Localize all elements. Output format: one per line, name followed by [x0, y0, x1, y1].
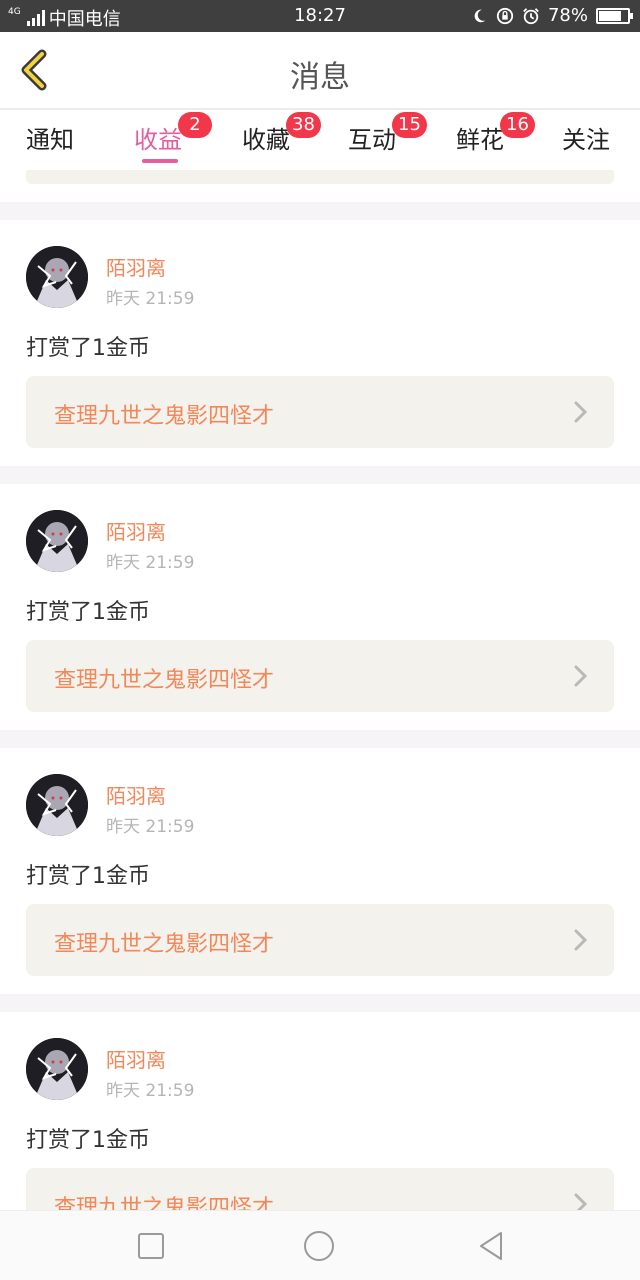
chevron-right-icon — [574, 401, 588, 423]
tab-badge: 38 — [286, 112, 321, 138]
book-title: 查理九世之鬼影四怪才 — [54, 932, 275, 957]
message-text: 打赏了1金币 — [26, 336, 150, 361]
chevron-right-icon — [574, 1193, 588, 1210]
message-text: 打赏了1金币 — [26, 600, 150, 625]
page-title: 消息 — [290, 60, 350, 95]
battery-icon — [596, 7, 633, 24]
back-icon[interactable] — [474, 1229, 508, 1263]
tab-label: 互动 — [348, 126, 396, 154]
tab-earnings[interactable]: 收益 2 — [134, 112, 212, 155]
message-time: 昨天 21:59 — [106, 289, 195, 309]
avatar[interactable] — [26, 246, 88, 308]
tab-following[interactable]: 关注 — [562, 120, 610, 155]
book-title: 查理九世之鬼影四怪才 — [54, 404, 275, 429]
avatar[interactable] — [26, 510, 88, 572]
tab-flowers[interactable]: 鲜花 16 — [456, 112, 535, 155]
message-card: 陌羽离 昨天 21:59 打赏了1金币 查理九世之鬼影四怪才 — [0, 220, 640, 466]
tab-label: 鲜花 — [456, 126, 504, 154]
tab-label: 通知 — [26, 126, 74, 154]
status-right: 78% — [470, 5, 633, 26]
tab-label: 收藏 — [242, 126, 290, 154]
username[interactable]: 陌羽离 — [106, 780, 166, 809]
username[interactable]: 陌羽离 — [106, 516, 166, 545]
alarm-icon — [523, 7, 539, 24]
book-link[interactable]: 查理九世之鬼影四怪才 — [26, 1168, 614, 1210]
book-title: 查理九世之鬼影四怪才 — [54, 1196, 275, 1210]
message-time: 昨天 21:59 — [106, 553, 195, 573]
book-title: 查理九世之鬼影四怪才 — [54, 668, 275, 693]
home-icon[interactable] — [302, 1229, 336, 1263]
message-time: 昨天 21:59 — [106, 1081, 195, 1101]
moon-icon — [474, 9, 486, 22]
book-link[interactable]: 查理九世之鬼影四怪才 — [26, 904, 614, 976]
username[interactable]: 陌羽离 — [106, 1044, 166, 1073]
avatar[interactable] — [26, 774, 88, 836]
status-bar: 4G 中国电信 18:27 78% — [0, 0, 640, 32]
message-card: 陌羽离 昨天 21:59 打赏了1金币 查理九世之鬼影四怪才 — [0, 1012, 640, 1210]
previous-card-edge — [0, 170, 640, 202]
tab-label: 收益 — [134, 126, 182, 154]
message-list[interactable]: 陌羽离 昨天 21:59 打赏了1金币 查理九世之鬼影四怪才 陌羽离 昨天 21… — [0, 170, 640, 1210]
tab-badge: 2 — [178, 112, 212, 138]
recent-apps-icon[interactable] — [134, 1229, 168, 1263]
system-nav-bar — [0, 1210, 640, 1280]
tab-notifications[interactable]: 通知 — [26, 120, 74, 155]
rotation-lock-icon — [496, 7, 514, 24]
battery-percent: 78% — [547, 5, 588, 26]
active-tab-indicator — [142, 159, 178, 163]
message-text: 打赏了1金币 — [26, 864, 150, 889]
tab-bar: 通知 收益 2 收藏 38 互动 15 鲜花 16 关注 — [0, 110, 640, 170]
book-link[interactable]: 查理九世之鬼影四怪才 — [26, 640, 614, 712]
chevron-right-icon — [574, 665, 588, 687]
message-time: 昨天 21:59 — [106, 817, 195, 837]
tab-interactions[interactable]: 互动 15 — [348, 112, 427, 155]
message-card: 陌羽离 昨天 21:59 打赏了1金币 查理九世之鬼影四怪才 — [0, 748, 640, 994]
tab-label: 关注 — [562, 126, 610, 154]
book-link[interactable]: 查理九世之鬼影四怪才 — [26, 376, 614, 448]
message-text: 打赏了1金币 — [26, 1128, 150, 1153]
tab-favorites[interactable]: 收藏 38 — [242, 112, 321, 155]
chevron-right-icon — [574, 929, 588, 951]
username[interactable]: 陌羽离 — [106, 252, 166, 281]
message-card: 陌羽离 昨天 21:59 打赏了1金币 查理九世之鬼影四怪才 — [0, 484, 640, 730]
tab-badge: 16 — [500, 112, 535, 138]
avatar[interactable] — [26, 1038, 88, 1100]
tab-badge: 15 — [392, 112, 427, 138]
header: 消息 — [0, 32, 640, 110]
